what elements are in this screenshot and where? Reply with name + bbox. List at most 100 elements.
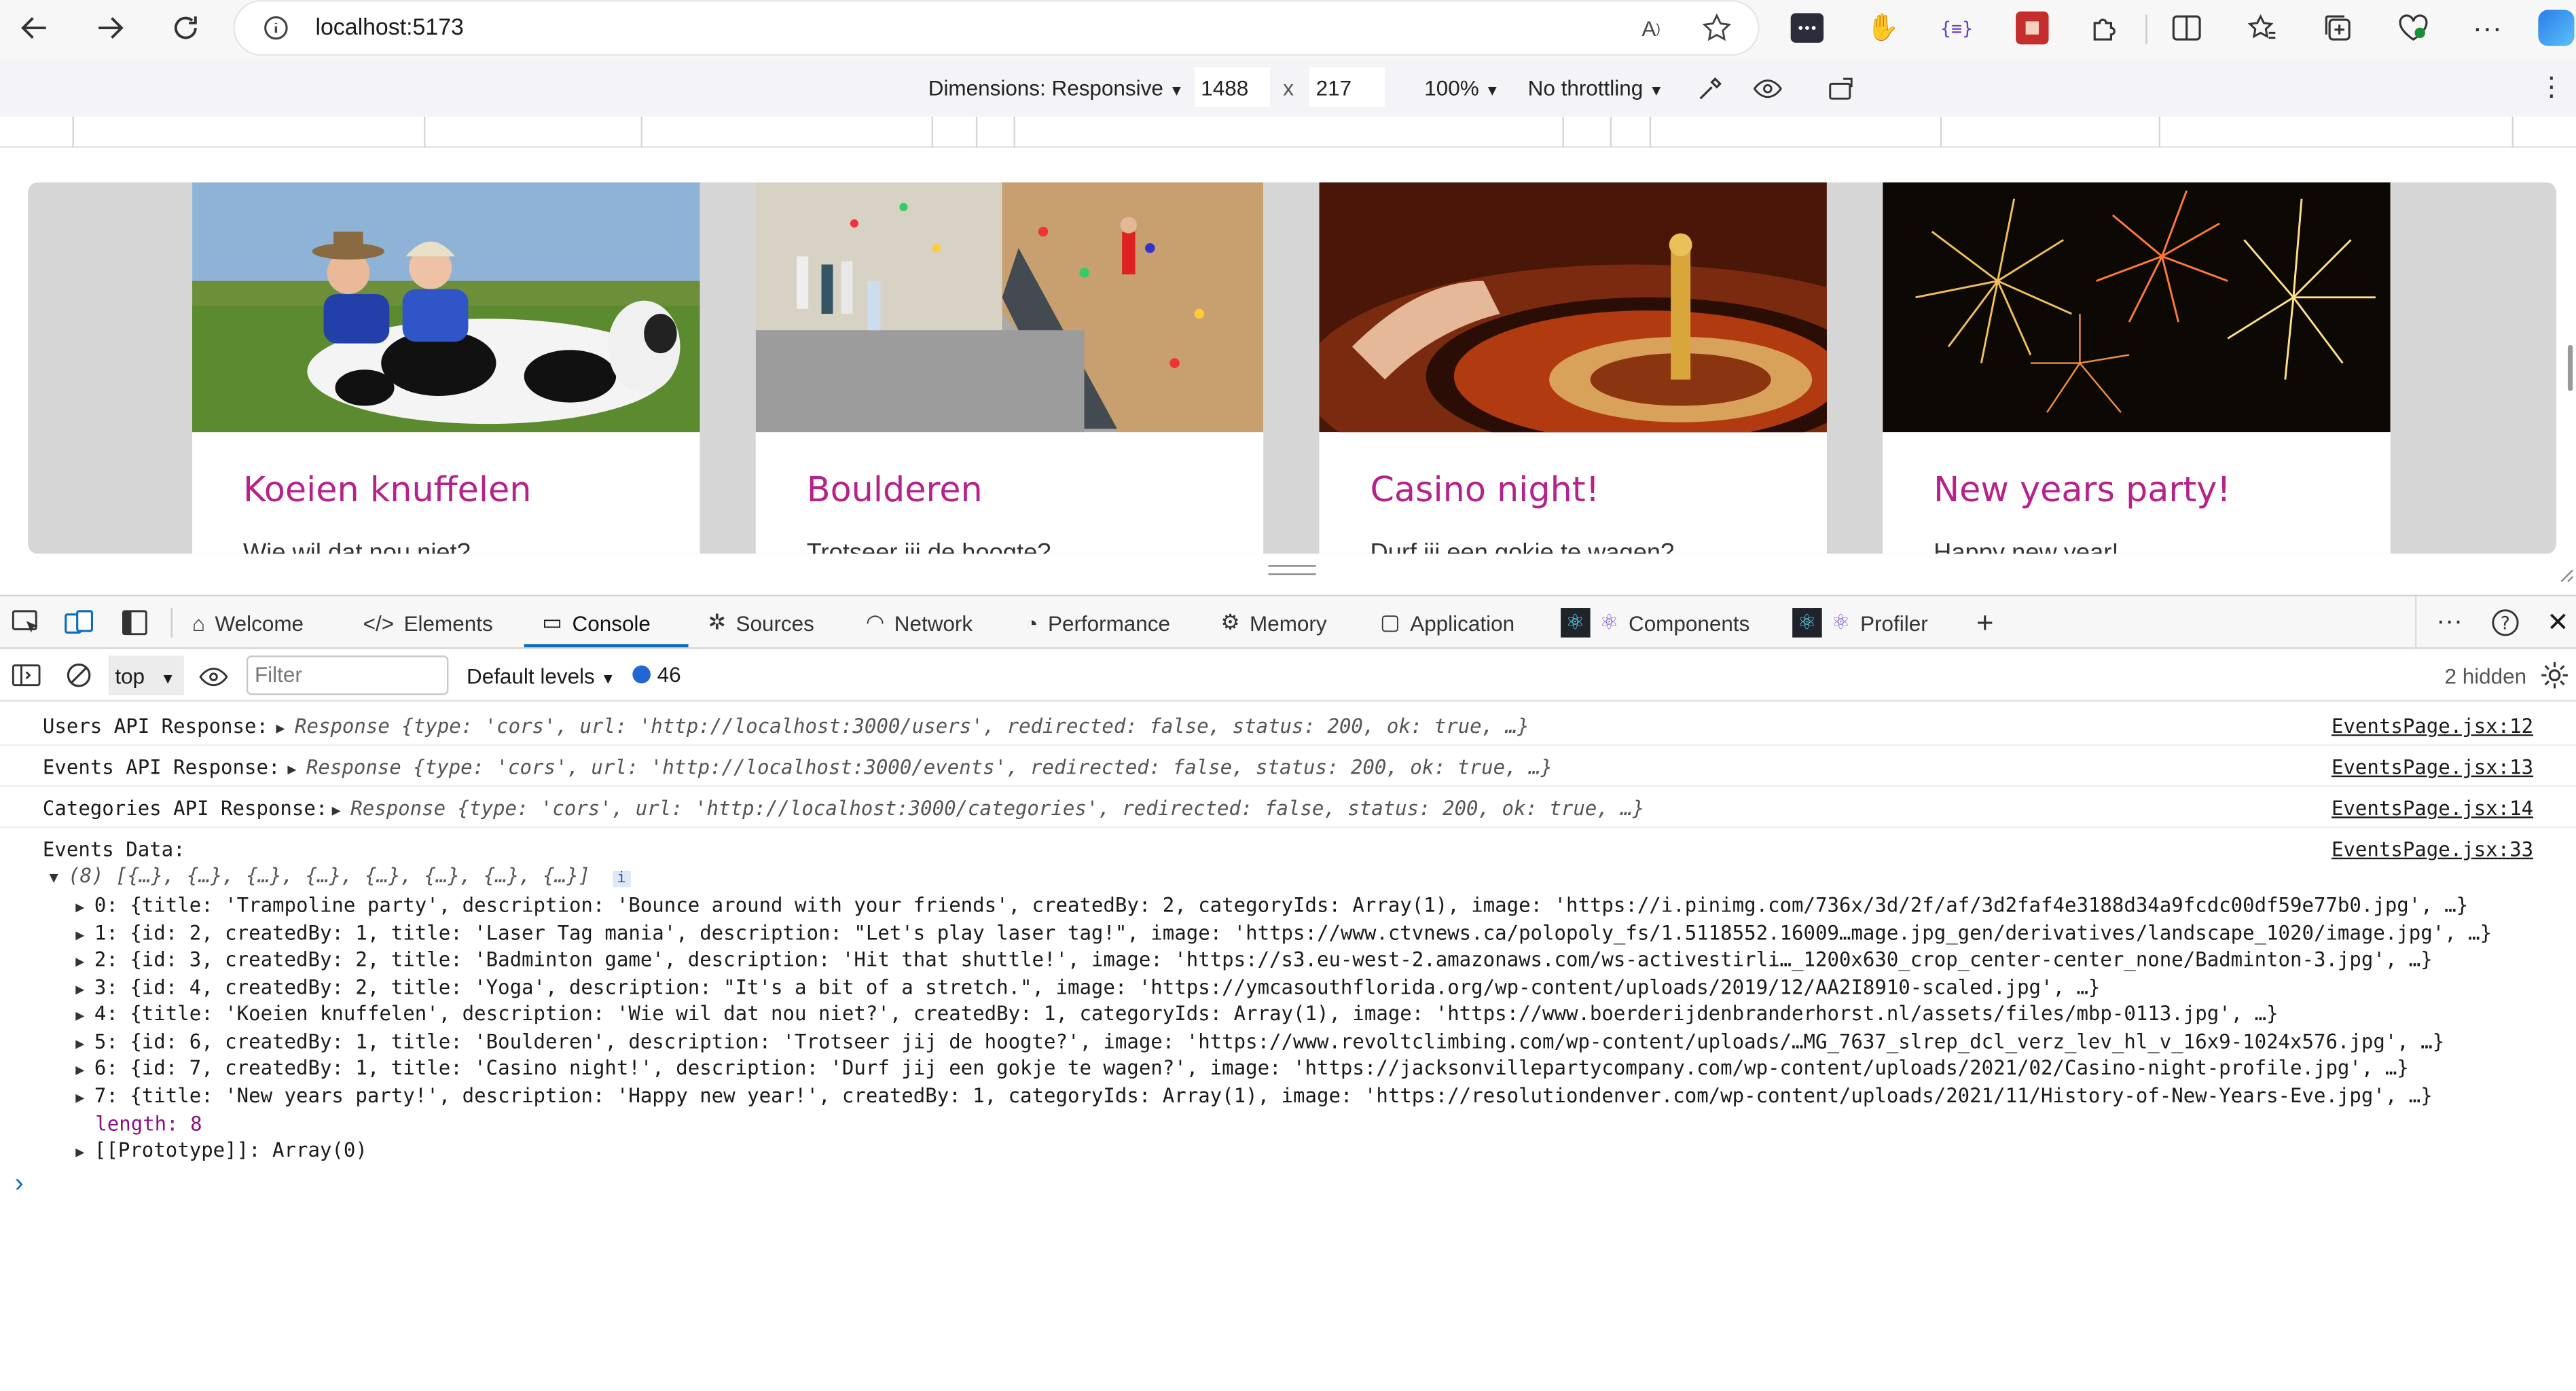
expand-triangle-icon[interactable]: ▶	[276, 721, 285, 738]
tab-sources[interactable]: ✲ Sources	[708, 596, 814, 649]
tab-elements[interactable]: </> Elements	[363, 596, 493, 649]
event-card[interactable]: Boulderen Trotseer jij de hoogte?	[755, 182, 1264, 554]
log-source-link[interactable]: EventsPage.jsx:14	[2332, 797, 2533, 820]
array-item[interactable]: ▶ 5: {id: 6, createdBy: 1, title: 'Boulde…	[75, 1028, 2444, 1055]
item-text: 3: {id: 4, createdBy: 2, title: 'Yoga', …	[94, 975, 2101, 999]
event-card[interactable]: New years party! Happy new year!	[1883, 182, 2391, 554]
collections-icon[interactable]	[2321, 12, 2354, 44]
dock-sidebar-icon[interactable]	[118, 608, 151, 638]
tab-memory[interactable]: ⚙ Memory	[1220, 596, 1326, 649]
events-array-summary[interactable]: ▼ (8) [{…}, {…}, {…}, {…}, {…}, {…}, {…},…	[50, 864, 631, 888]
extension-hand-icon[interactable]: ✋	[1866, 12, 1899, 44]
width-input[interactable]: 1488	[1194, 67, 1270, 107]
info-badge-icon[interactable]: i	[612, 871, 631, 888]
clear-console-icon[interactable]	[62, 660, 95, 690]
device-more-icon[interactable]: ⋮	[2535, 71, 2568, 103]
more-options-icon[interactable]: ···	[2469, 11, 2505, 44]
ruler-mark	[1013, 116, 1015, 148]
extensions-puzzle-icon[interactable]	[2088, 12, 2121, 44]
event-card[interactable]: Koeien knuffelen Wie wil dat nou niet?	[192, 182, 700, 554]
tab-network[interactable]: ◠ Network	[866, 596, 973, 649]
array-item[interactable]: ▶ 0: {title: 'Trampoline party', descript…	[75, 892, 2468, 919]
eyedropper-icon[interactable]	[1694, 72, 1726, 105]
console-prompt[interactable]: ›	[15, 1170, 24, 1199]
chip-icon: ⚙	[1220, 609, 1240, 634]
expand-triangle-icon[interactable]: ▶	[75, 928, 84, 945]
extension-dark-icon[interactable]	[1790, 13, 1824, 43]
sidebar-toggle-icon[interactable]	[10, 660, 43, 690]
ruler-mark	[1610, 116, 1612, 148]
log-levels-dropdown[interactable]: Default levels ▼	[467, 664, 615, 688]
log-object[interactable]: ▶ Response {type: 'cors', url: 'http://lo…	[332, 797, 1645, 820]
live-expression-icon[interactable]	[197, 662, 230, 692]
resize-handle[interactable]	[1268, 565, 1316, 575]
issues-badge[interactable]: 46	[632, 662, 681, 687]
devtools-more-icon[interactable]: ···	[2436, 596, 2463, 649]
array-item[interactable]: ▶ 7: {title: 'New years party!', descript…	[75, 1083, 2432, 1109]
log-object[interactable]: ▶ Response {type: 'cors', url: 'http://lo…	[276, 715, 1529, 738]
back-icon[interactable]	[12, 7, 58, 50]
viewport-scrollbar[interactable]	[2567, 344, 2573, 391]
throttling-dropdown[interactable]: No throttling ▼	[1528, 75, 1664, 100]
collapse-triangle-icon[interactable]: ▼	[50, 871, 58, 887]
log-object[interactable]: ▶ Response {type: 'cors', url: 'http://lo…	[287, 756, 1553, 779]
array-item[interactable]: ▶ 6: {id: 7, createdBy: 1, title: 'Casino…	[75, 1055, 2409, 1081]
expand-triangle-icon[interactable]: ▶	[75, 954, 84, 971]
tab-performance[interactable]: ◔ Performance	[1025, 596, 1170, 649]
height-input[interactable]: 217	[1309, 67, 1385, 107]
expand-triangle-icon[interactable]: ▶	[287, 762, 296, 778]
event-card[interactable]: Casino night! Durf jij een gokje te wage…	[1303, 182, 1960, 554]
log-source-link[interactable]: EventsPage.jsx:13	[2332, 756, 2533, 779]
expand-triangle-icon[interactable]: ▶	[332, 803, 341, 820]
add-tab-icon[interactable]: +	[1976, 596, 1993, 649]
tab-application[interactable]: ▢ Application	[1380, 596, 1514, 649]
log-source-link[interactable]: EventsPage.jsx:33	[2332, 838, 2533, 861]
expand-triangle-icon[interactable]: ▶	[75, 901, 84, 917]
json-viewer-icon[interactable]: {≡}	[1938, 12, 1974, 44]
close-devtools-icon[interactable]: ✕	[2541, 608, 2574, 637]
browser-essentials-icon[interactable]	[2395, 12, 2431, 44]
device-emulation-icon[interactable]	[62, 608, 95, 638]
copilot-icon[interactable]	[2538, 10, 2575, 46]
ruler-mark	[975, 116, 978, 148]
message-icon	[632, 665, 651, 684]
tab-profiler[interactable]: ⚛ ⚛ Profiler	[1792, 596, 1928, 649]
expand-triangle-icon[interactable]: ▶	[75, 1009, 84, 1025]
log-source-link[interactable]: EventsPage.jsx:12	[2332, 715, 2533, 738]
array-item[interactable]: ▶ 3: {id: 4, createdBy: 2, title: 'Yoga',…	[75, 974, 2100, 1000]
expand-triangle-icon[interactable]: ▶	[75, 1036, 84, 1053]
corner-resize-icon[interactable]	[2558, 562, 2574, 583]
info-icon[interactable]	[261, 13, 291, 43]
log-body: Response {type: 'cors', url: 'http://loc…	[350, 797, 1645, 820]
context-selector[interactable]: top ▼	[108, 655, 184, 696]
extension-red-icon[interactable]	[2016, 11, 2049, 45]
expand-triangle-icon[interactable]: ▶	[75, 983, 84, 999]
array-item[interactable]: ▶ 1: {id: 2, createdBy: 1, title: 'Laser …	[75, 920, 2492, 947]
expand-triangle-icon[interactable]: ▶	[75, 1063, 84, 1079]
dimensions-dropdown[interactable]: Dimensions: Responsive ▼	[928, 75, 1184, 100]
tab-console[interactable]: ▭ Console	[542, 596, 651, 649]
split-screen-icon[interactable]	[2170, 12, 2202, 44]
expand-triangle-icon[interactable]: ▶	[75, 1091, 84, 1107]
array-item[interactable]: ▶ 4: {title: 'Koeien knuffelen', descript…	[75, 1000, 2278, 1027]
array-prototype[interactable]: ▶ [[Prototype]]: Array(0)	[75, 1137, 367, 1163]
forward-icon[interactable]	[87, 7, 133, 50]
favorite-star-icon[interactable]	[1701, 12, 1733, 44]
vision-deficiency-icon[interactable]	[1752, 72, 1784, 105]
expand-triangle-icon[interactable]: ▶	[75, 1145, 84, 1161]
read-aloud-icon[interactable]: A)	[1635, 12, 1667, 44]
rotate-icon[interactable]	[1826, 72, 1858, 105]
console-settings-icon[interactable]	[2538, 660, 2571, 690]
tab-components[interactable]: ⚛ ⚛ Components	[1561, 596, 1749, 649]
help-icon[interactable]: ?	[2489, 608, 2522, 638]
inspect-element-icon[interactable]	[10, 608, 43, 638]
array-item[interactable]: ▶ 2: {id: 3, createdBy: 2, title: 'Badmin…	[75, 946, 2432, 973]
address-bar[interactable]: localhost:5173 A)	[234, 1, 1758, 54]
zoom-dropdown[interactable]: 100% ▼	[1424, 75, 1500, 100]
refresh-icon[interactable]	[162, 7, 208, 50]
filter-input[interactable]: Filter	[246, 655, 449, 696]
tab-welcome[interactable]: ⌂ Welcome	[192, 596, 304, 649]
log-body: Response {type: 'cors', url: 'http://loc…	[295, 715, 1529, 738]
media-query-ruler[interactable]	[0, 116, 2576, 148]
favorites-icon[interactable]	[2246, 12, 2279, 44]
